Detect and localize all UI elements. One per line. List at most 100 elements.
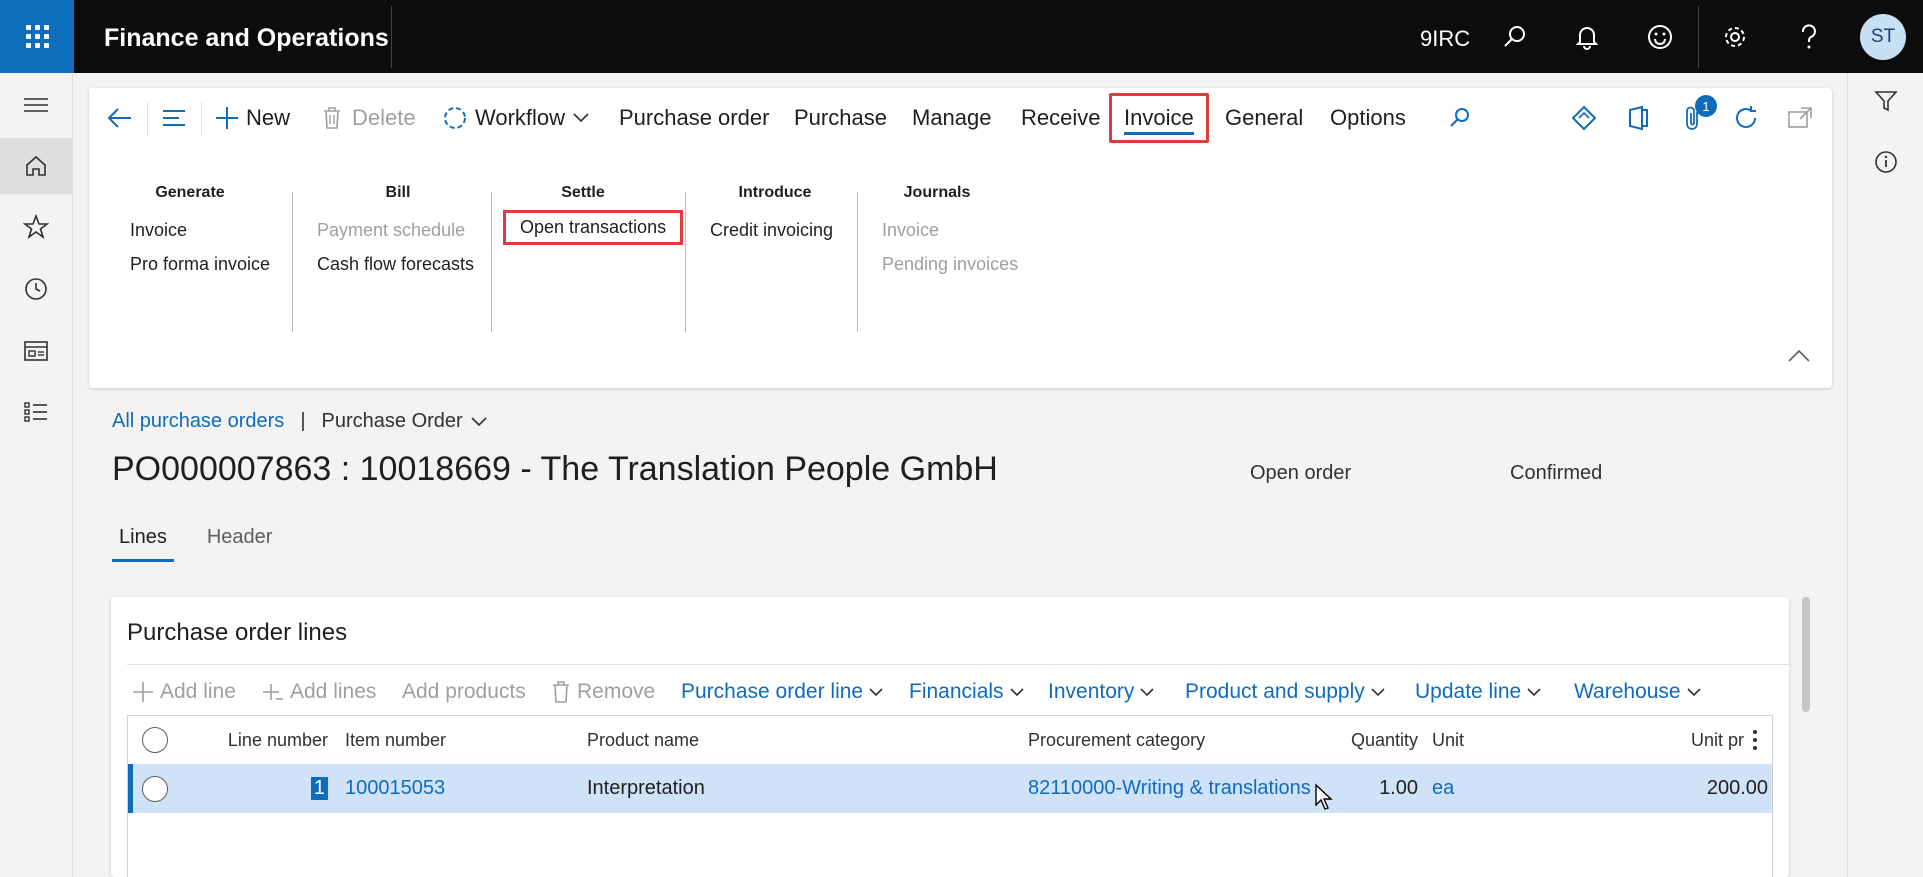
line-number-cell[interactable]: 1 [228,764,328,813]
remove-button[interactable]: Remove [551,676,655,708]
divider [1698,6,1699,68]
help-icon[interactable] [1791,19,1827,55]
generate-invoice-button[interactable]: Invoice [130,220,250,241]
workflow-button[interactable]: Workflow [441,100,589,136]
status-badge: Confirmed [1510,462,1603,484]
group-divider [292,192,293,332]
app-title[interactable]: Finance and Operations [104,24,389,53]
column-header-product-name[interactable]: Product name [587,716,699,764]
tab-receive[interactable]: Receive [1021,100,1100,136]
credit-invoicing-button[interactable]: Credit invoicing [710,220,840,241]
group-bill: Bill Payment schedule Cash flow forecast… [317,184,479,275]
plus-icon [133,682,153,702]
remove-label: Remove [577,680,656,703]
group-divider [685,192,686,332]
procurement-category-link[interactable]: 82110000-Writing & translations [1028,764,1311,813]
row-select-checkbox[interactable] [142,764,168,813]
cash-flow-forecasts-button[interactable]: Cash flow forecasts [317,254,479,275]
product-name-cell[interactable]: Interpretation [587,764,705,813]
right-rail [1847,73,1923,877]
view-selector[interactable]: Purchase Order [322,410,487,433]
pending-invoices-button[interactable]: Pending invoices [882,254,1032,275]
status-badge: Open order [1250,462,1352,484]
info-icon[interactable] [1868,144,1904,180]
column-header-unit-price[interactable]: Unit pr [1628,716,1744,764]
column-header-procurement-category[interactable]: Procurement category [1028,716,1205,764]
update-line-menu[interactable]: Update line [1415,676,1541,708]
star-icon[interactable] [0,199,72,255]
breadcrumb-separator: | [300,410,306,432]
unit-price-cell[interactable]: 200.00 [1628,764,1768,813]
tab-selected-indicator [1124,132,1194,135]
new-button[interactable]: New [214,100,290,136]
modules-icon[interactable] [0,384,72,440]
power-apps-icon[interactable] [1571,100,1597,136]
avatar[interactable]: ST [1860,14,1906,60]
company-picker[interactable]: 9IRC [1420,26,1470,52]
app-launcher-button[interactable] [0,0,74,73]
open-transactions-button[interactable]: Open transactions [503,210,684,245]
smiley-icon[interactable] [1642,19,1678,55]
gear-icon[interactable] [1717,19,1753,55]
select-all-checkbox[interactable] [142,716,168,764]
all-purchase-orders-link[interactable]: All purchase orders [112,410,284,433]
tab-lines[interactable]: Lines [112,522,174,562]
tab-purchase[interactable]: Purchase [794,100,887,136]
attachment-count-badge: 1 [1695,95,1717,117]
chevron-down-icon [869,687,883,696]
financials-menu[interactable]: Financials [909,676,1024,708]
clock-icon[interactable] [0,261,72,317]
tab-options[interactable]: Options [1330,100,1406,136]
attachments-button[interactable]: 1 [1681,95,1717,136]
group-settle: Settle Open transactions [503,184,698,245]
group-generate: Generate Invoice Pro forma invoice [130,184,270,275]
page-tabs: Lines Header [112,522,279,562]
tab-header[interactable]: Header [200,522,280,562]
hamburger-icon[interactable] [0,77,72,133]
search-icon[interactable] [1497,19,1533,55]
add-products-button[interactable]: Add products [402,676,526,708]
chevron-down-icon [471,416,487,426]
warehouse-menu[interactable]: Warehouse [1574,676,1701,708]
add-lines-button[interactable]: Add lines [262,676,376,708]
tab-purchase-order[interactable]: Purchase order [619,100,769,136]
back-icon[interactable] [105,100,133,136]
payment-schedule-button[interactable]: Payment schedule [317,220,479,241]
office-icon[interactable] [1626,100,1650,136]
refresh-icon[interactable] [1732,100,1760,136]
tab-invoice[interactable]: Invoice [1109,93,1209,143]
filter-icon[interactable] [1868,83,1904,119]
more-options-icon[interactable] [1752,716,1758,764]
separator [147,102,148,136]
column-header-item-number[interactable]: Item number [345,716,446,764]
tab-manage[interactable]: Manage [912,100,992,136]
workspace-icon[interactable] [0,323,72,379]
pro-forma-invoice-button[interactable]: Pro forma invoice [130,254,270,275]
open-new-window-icon[interactable] [1787,100,1813,136]
table-row[interactable]: 1 100015053 Interpretation 82110000-Writ… [128,764,1772,813]
journals-invoice-button[interactable]: Invoice [882,220,1032,241]
column-header-unit[interactable]: Unit [1432,716,1464,764]
home-icon[interactable] [0,138,72,194]
add-line-button[interactable]: Add line [132,676,236,708]
product-and-supply-menu[interactable]: Product and supply [1185,676,1385,708]
purchase-order-line-menu[interactable]: Purchase order line [681,676,883,708]
vertical-scrollbar[interactable] [1802,597,1810,712]
waffle-icon [25,25,49,48]
collapse-icon[interactable] [1788,338,1810,374]
delete-button[interactable]: Delete [321,100,416,136]
inventory-menu[interactable]: Inventory [1048,676,1154,708]
tab-general[interactable]: General [1225,100,1303,136]
group-title: Journals [903,184,971,201]
chevron-down-icon [1009,687,1024,696]
bell-icon[interactable] [1569,19,1605,55]
add-line-label: Add line [160,680,236,703]
action-pane: New Delete Workflow Purchase order Purch… [89,88,1832,388]
item-number-link[interactable]: 100015053 [345,764,445,813]
list-toggle-icon[interactable] [161,100,187,136]
column-header-line-number[interactable]: Line number [228,716,328,764]
column-header-quantity[interactable]: Quantity [1308,716,1418,764]
unit-link[interactable]: ea [1432,764,1454,813]
action-search-icon[interactable] [1448,100,1472,136]
mouse-cursor-icon [1315,783,1333,810]
